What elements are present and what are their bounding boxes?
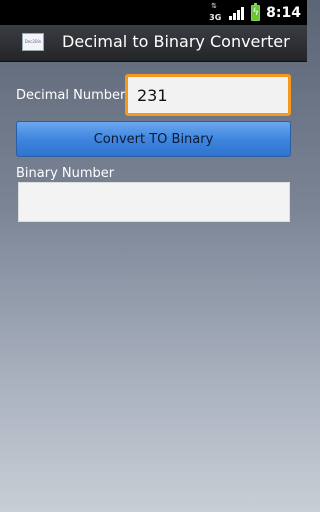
decimal-number-label: Decimal Number: [16, 88, 126, 103]
binary-number-output[interactable]: [18, 182, 290, 222]
battery-charging-icon: ϟ: [251, 2, 261, 21]
app-icon: Dec2Bin: [22, 33, 44, 51]
decimal-number-input[interactable]: [125, 74, 291, 116]
network-3g-icon: ⇅ 3G: [209, 2, 222, 23]
status-icons: ⇅ 3G ϟ 8:14: [209, 2, 301, 23]
status-bar: ⇅ 3G ϟ 8:14: [0, 0, 307, 25]
binary-number-label: Binary Number: [16, 166, 115, 181]
status-clock: 8:14: [266, 4, 301, 21]
title-bar: Dec2Bin Decimal to Binary Converter: [0, 25, 307, 62]
convert-to-binary-button[interactable]: Convert TO Binary: [16, 121, 291, 157]
signal-bars-icon: [229, 6, 245, 20]
app-title: Decimal to Binary Converter: [62, 32, 290, 51]
